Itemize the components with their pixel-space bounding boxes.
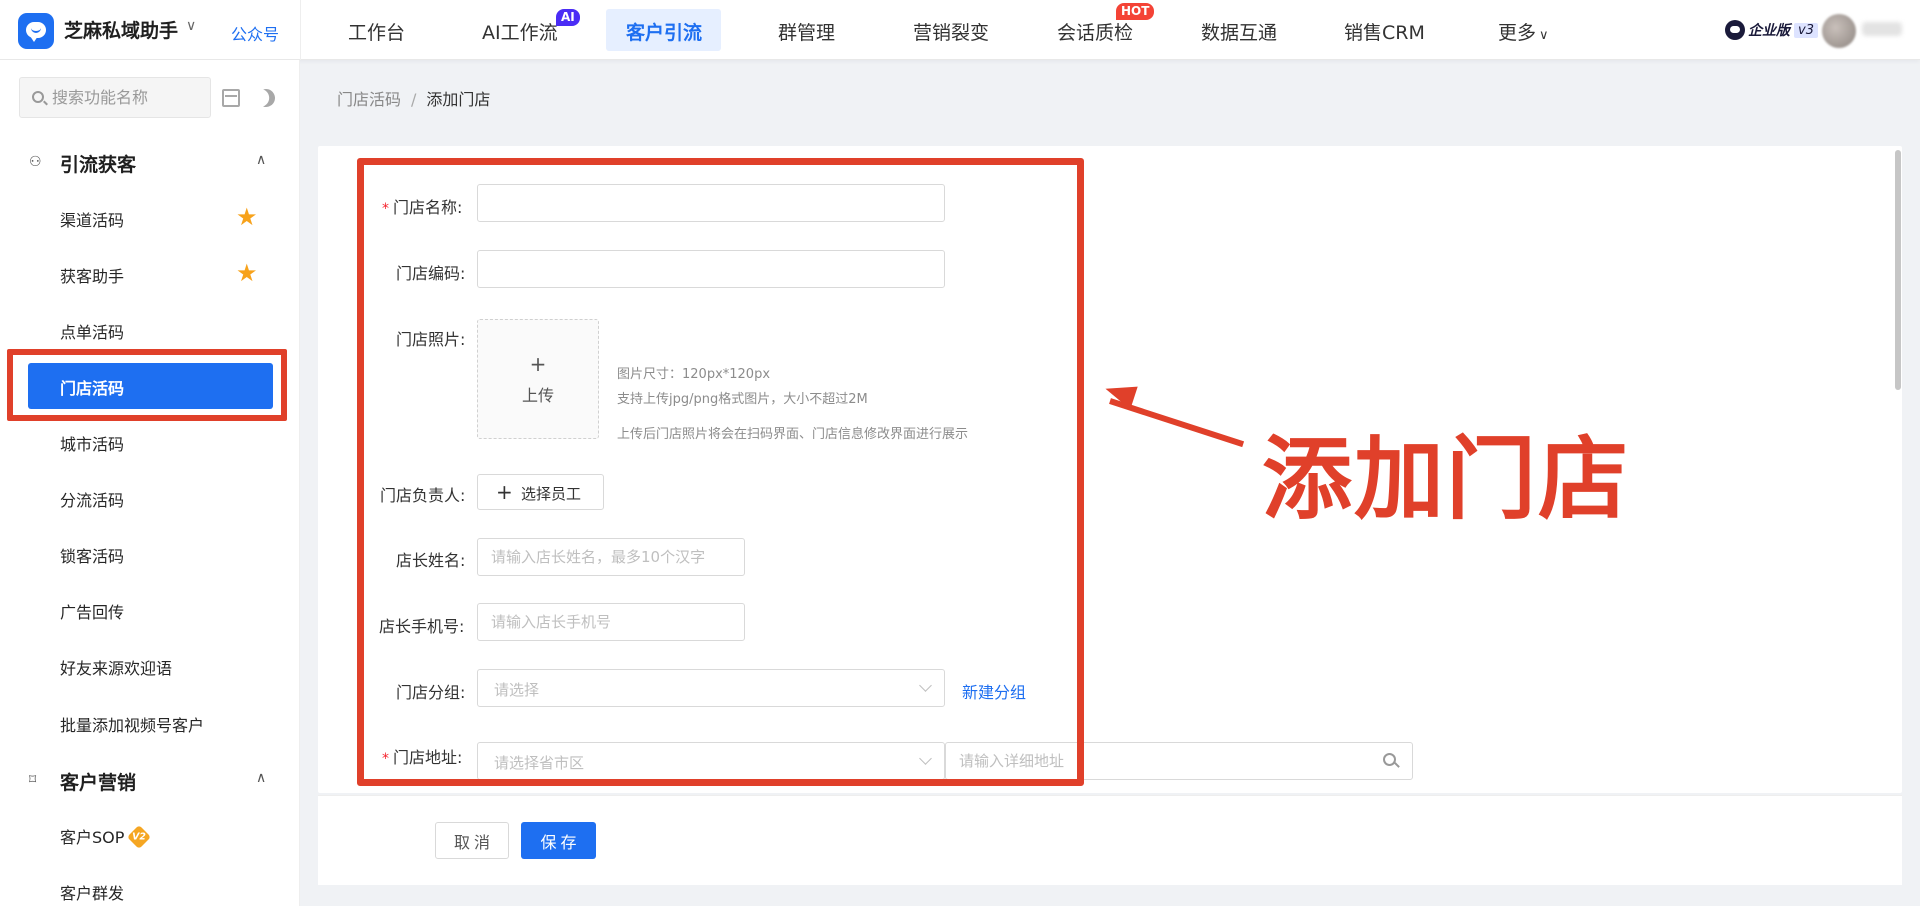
user-add-icon: ⚇ (29, 154, 42, 170)
section-acquisition[interactable]: ⚇ 引流获客 ∧ (0, 142, 299, 182)
moon-icon[interactable] (254, 86, 279, 111)
app-logo-icon[interactable] (18, 13, 54, 49)
star-icon[interactable]: ★ (236, 261, 258, 285)
search-icon (32, 91, 44, 103)
sidebar-search[interactable] (19, 77, 211, 118)
nav-group-management[interactable]: 群管理 (778, 18, 835, 45)
sidebar-item-label: 客户SOP V2 (60, 824, 152, 849)
v2-badge-label: V2 (132, 830, 147, 842)
nav-customer-acquisition[interactable]: 客户引流 (626, 18, 702, 45)
version-label: v3 (1794, 22, 1818, 38)
breadcrumb-parent[interactable]: 门店活码 (337, 90, 401, 109)
sidebar-item-label: 城市活码 (60, 435, 125, 454)
scrollbar-thumb[interactable] (1895, 150, 1901, 390)
nav-data-sync[interactable]: 数据互通 (1201, 18, 1277, 45)
sidebar-item-label: 渠道活码 (60, 211, 125, 230)
divider (300, 0, 301, 60)
sidebar-item-label: 客户群发 (60, 884, 125, 903)
nav-more-label: 更多 (1498, 22, 1537, 44)
search-input[interactable] (52, 78, 207, 117)
chevron-up-icon: ∧ (256, 152, 267, 168)
section-title: 客户营销 (60, 772, 137, 794)
nav-more[interactable]: 更多 ∨ (1498, 18, 1549, 45)
card-icon[interactable] (222, 89, 240, 107)
star-icon[interactable]: ★ (236, 205, 258, 229)
sidebar-item-label: 获客助手 (60, 267, 125, 286)
save-button[interactable]: 保存 (521, 822, 596, 859)
cancel-button[interactable]: 取消 (435, 822, 509, 859)
user-name-blurred (1862, 22, 1902, 36)
nav-session-inspection[interactable]: 会话质检 (1057, 18, 1133, 45)
ai-badge: AI (556, 9, 580, 26)
sidebar-item-city-code[interactable]: 城市活码 (28, 419, 273, 465)
sidebar-item-acquisition-assistant[interactable]: 获客助手 ★ (28, 251, 273, 297)
sidebar-item-batch-add-video[interactable]: 批量添加视频号客户 (28, 700, 273, 746)
highlight-box-menu (7, 349, 287, 421)
sidebar-item-label: 点单活码 (60, 323, 125, 342)
nav-workbench[interactable]: 工作台 (348, 18, 405, 45)
hot-badge: HOT (1116, 3, 1155, 20)
sidebar-item-label: 好友来源欢迎语 (60, 659, 173, 678)
sidebar: ⚇ 引流获客 ∧ 渠道活码 ★ 获客助手 ★ 点单活码 门店活码 城市活码 分流… (0, 60, 300, 906)
highlight-box-form (357, 158, 1084, 786)
section-title: 引流获客 (60, 154, 137, 176)
sidebar-item-channel-code[interactable]: 渠道活码 ★ (28, 195, 273, 241)
edition-label: 企业版 (1748, 23, 1790, 39)
enterprise-icon (1725, 20, 1745, 40)
official-account-link[interactable]: 公众号 (231, 21, 279, 45)
chevron-down-icon[interactable]: ∨ (186, 18, 196, 34)
breadcrumb-current: 添加门店 (426, 90, 491, 109)
nav-sales-crm[interactable]: 销售CRM (1344, 18, 1425, 45)
sidebar-item-ad-callback[interactable]: 广告回传 (28, 587, 273, 633)
top-bar: 芝麻私域助手 ∨ 公众号 工作台 AI工作流 AI 客户引流 群管理 营销裂变 … (0, 0, 1920, 60)
avatar[interactable] (1822, 14, 1856, 48)
sidebar-item-label: 批量添加视频号客户 (60, 716, 205, 735)
breadcrumb-separator: / (411, 90, 417, 109)
bookmark-icon: ⌑ (29, 772, 37, 788)
nav-ai-workflow[interactable]: AI工作流 (482, 18, 558, 45)
breadcrumb: 门店活码 / 添加门店 (337, 86, 490, 110)
section-marketing[interactable]: ⌑ 客户营销 ∧ (0, 760, 299, 800)
sidebar-item-label: 广告回传 (60, 603, 125, 622)
annotation-text: 添加门店 (1262, 427, 1630, 532)
sidebar-item-customer-sop[interactable]: 客户SOP V2 (28, 812, 273, 858)
v2-badge: V2 (127, 824, 152, 849)
nav-marketing-fission[interactable]: 营销裂变 (913, 18, 989, 45)
chevron-down-icon: ∨ (1539, 28, 1549, 43)
search-icon[interactable] (1383, 753, 1396, 766)
sidebar-item-customer-broadcast[interactable]: 客户群发 (28, 868, 273, 906)
sidebar-item-label: 分流活码 (60, 491, 125, 510)
app-name[interactable]: 芝麻私域助手 (64, 16, 178, 43)
sidebar-item-split-code[interactable]: 分流活码 (28, 475, 273, 521)
sidebar-item-text: 客户SOP (60, 828, 125, 847)
edition-badge[interactable]: 企业版 v3 (1725, 18, 1818, 42)
chevron-up-icon: ∧ (256, 770, 267, 786)
sidebar-item-order-code[interactable]: 点单活码 (28, 307, 273, 353)
sidebar-item-label: 锁客活码 (60, 547, 125, 566)
sidebar-item-lock-code[interactable]: 锁客活码 (28, 531, 273, 577)
sidebar-item-source-welcome[interactable]: 好友来源欢迎语 (28, 643, 273, 689)
